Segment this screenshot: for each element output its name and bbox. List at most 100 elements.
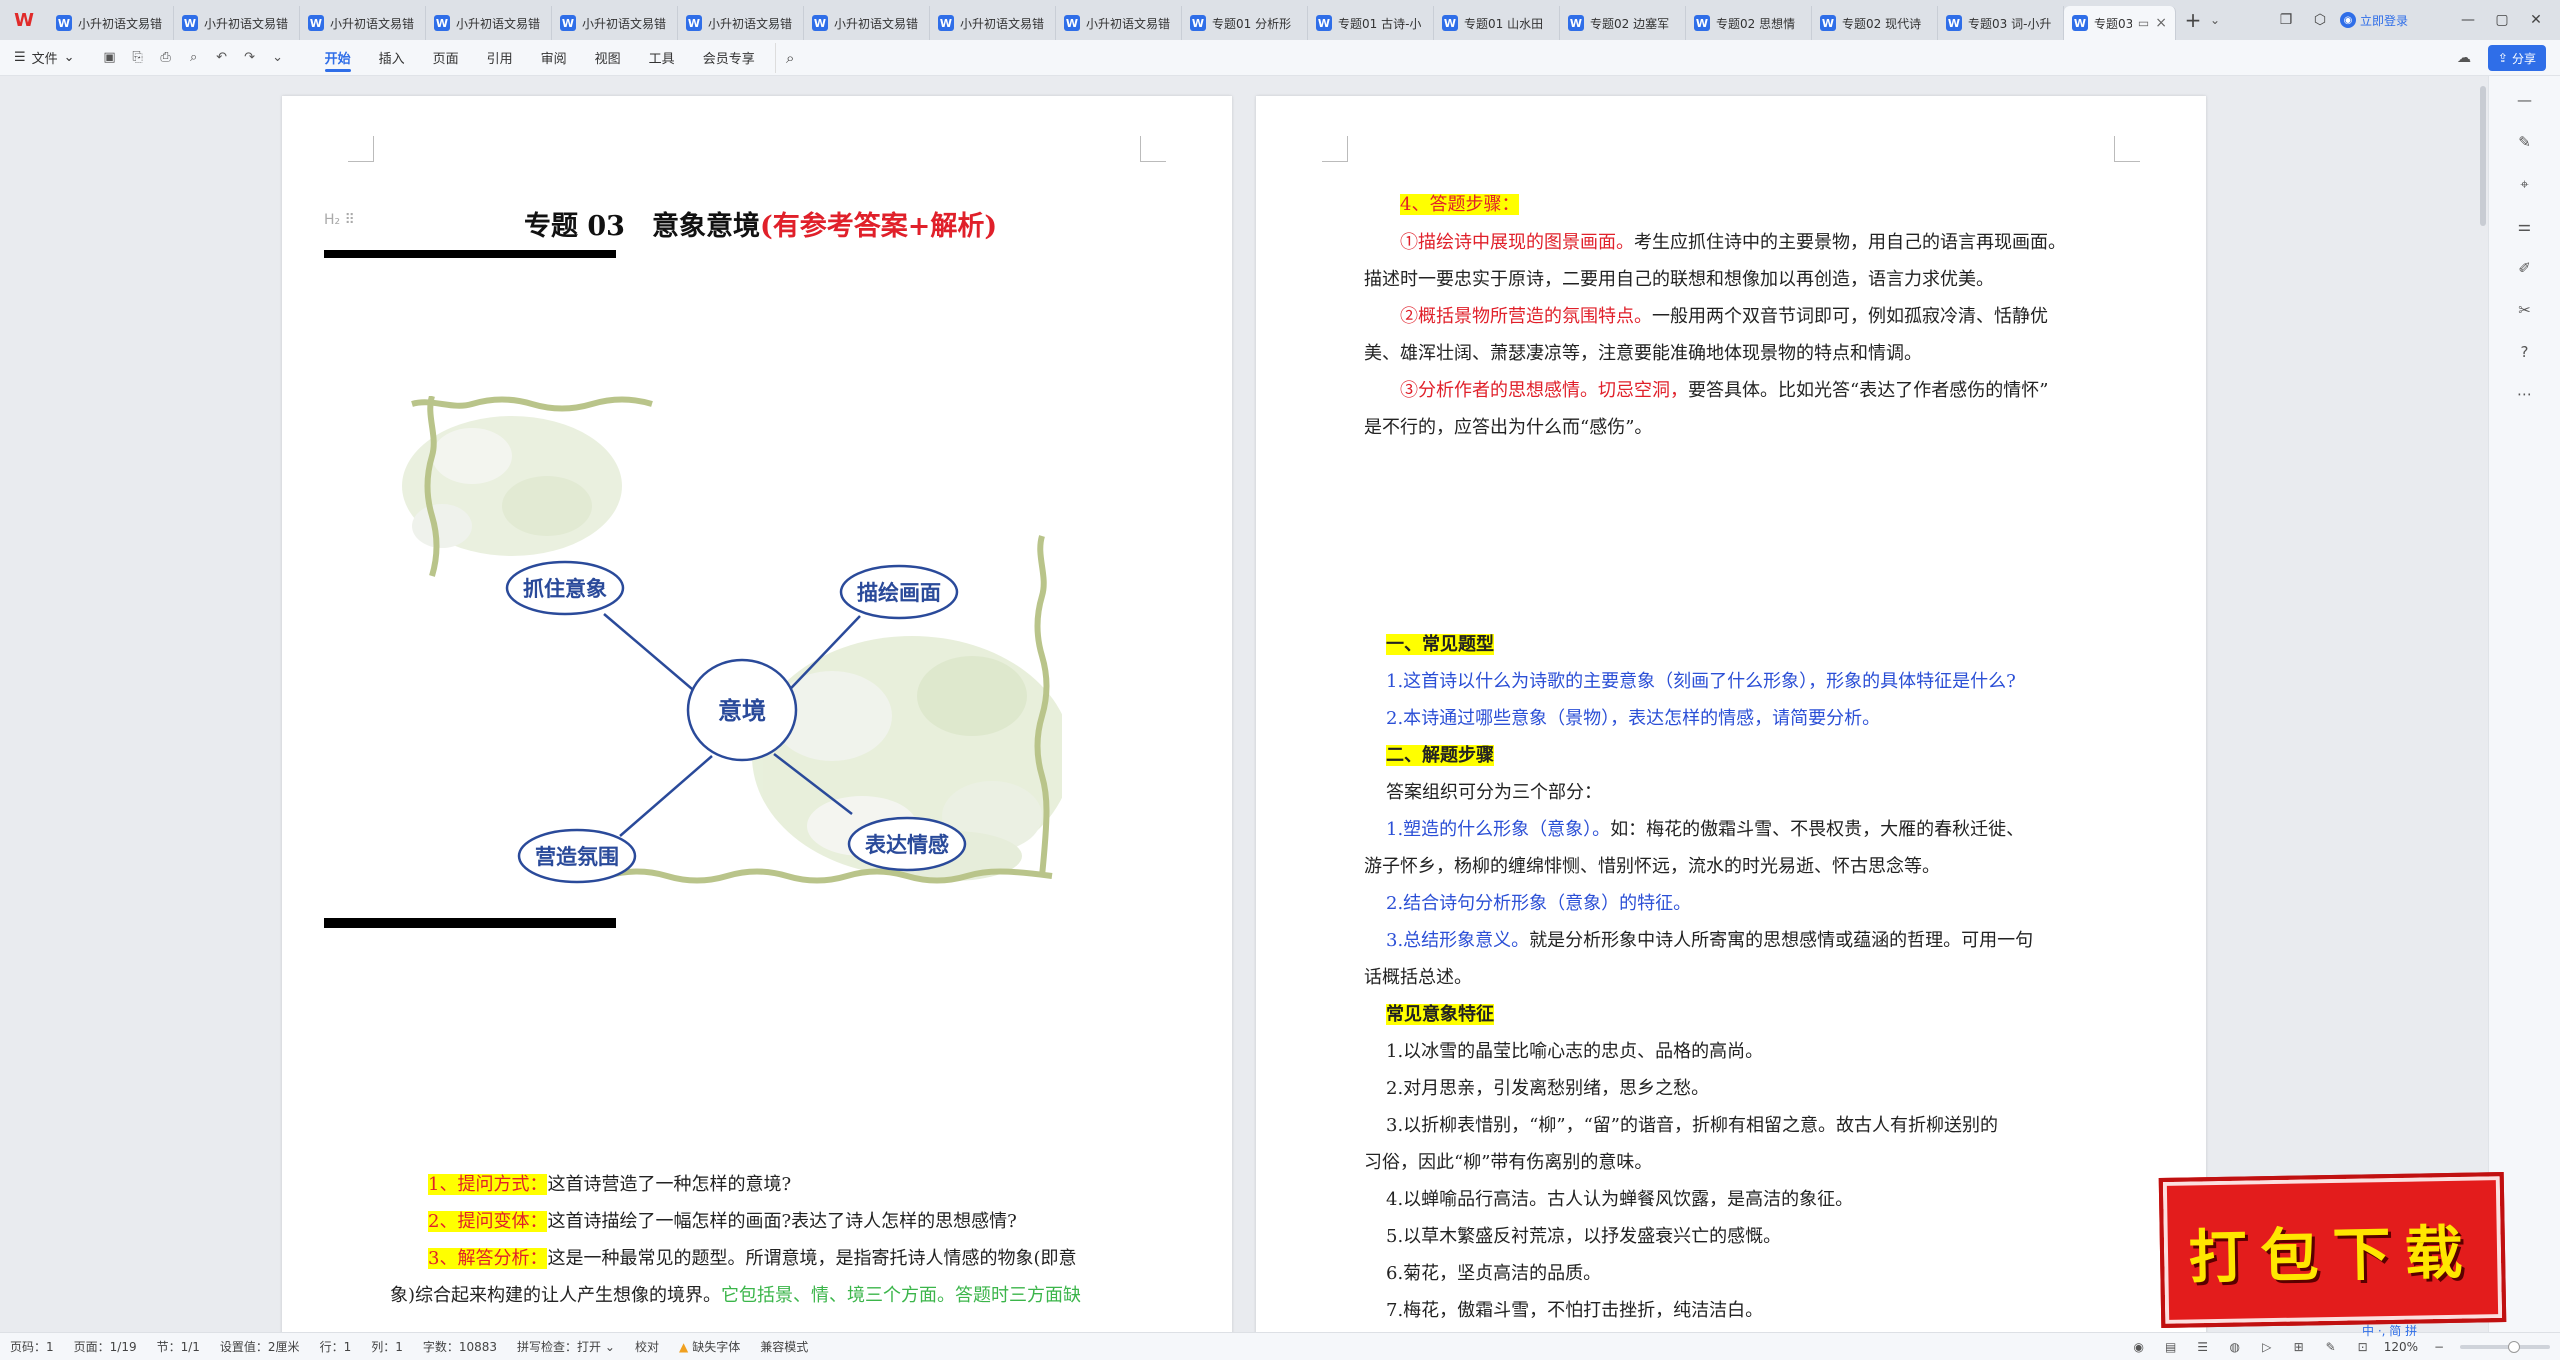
chevron-down-icon[interactable]: ⌄ bbox=[265, 45, 291, 71]
svg-text:抓住意象: 抓住意象 bbox=[523, 576, 607, 601]
word-doc-icon: W bbox=[686, 15, 702, 31]
vertical-scrollbar[interactable] bbox=[2478, 76, 2488, 1332]
window-controls: ❐ ⬡ ◉ 立即登录 — ▢ ✕ bbox=[2272, 0, 2560, 40]
zoom-out-icon[interactable]: − bbox=[2428, 1336, 2450, 1358]
tab-page[interactable]: 页面 bbox=[419, 40, 473, 76]
tab-member[interactable]: 会员专享 bbox=[689, 40, 769, 76]
eye-icon[interactable]: ◉ bbox=[2128, 1336, 2150, 1358]
zoom-slider-knob[interactable] bbox=[2508, 1341, 2520, 1353]
tab-home[interactable]: 开始 bbox=[311, 40, 365, 76]
tools-icon[interactable]: ✂ bbox=[2511, 296, 2539, 324]
select-cursor-icon[interactable]: ⌖ bbox=[2511, 170, 2539, 198]
restore-window-icon[interactable]: ❐ bbox=[2272, 6, 2300, 34]
document-tab[interactable]: W 专题02 边塞军 bbox=[1560, 6, 1686, 40]
ime-indicator[interactable]: 中 ·, 简 拼 bbox=[2362, 1322, 2417, 1339]
document-tab[interactable]: W 专题01 分析形 bbox=[1182, 6, 1308, 40]
status-proofread[interactable]: 校对 bbox=[625, 1338, 669, 1355]
preview-icon[interactable]: ⌕ bbox=[181, 45, 207, 71]
document-canvas[interactable]: H₂ ⠿ 专题 03 意象意境(有参考答案+解析) 抓住意象 描绘画面 意境 营… bbox=[0, 76, 2488, 1332]
crop-mark bbox=[1322, 136, 1348, 162]
tab-tools[interactable]: 工具 bbox=[635, 40, 689, 76]
fit-icon[interactable]: ⊡ bbox=[2352, 1336, 2374, 1358]
document-tab[interactable]: W 小升初语文易错 bbox=[300, 6, 426, 40]
cube-icon[interactable]: ⬡ bbox=[2306, 6, 2334, 34]
share-button[interactable]: ⇪ 分享 bbox=[2487, 45, 2546, 71]
paragraph-question-variant: 2、提问变体：这首诗描绘了一幅怎样的画面?表达了诗人怎样的思想感情? bbox=[428, 1211, 1017, 1232]
close-tab-icon[interactable]: × bbox=[2155, 15, 2167, 31]
step-line: ②概括景物所营造的氛围特点。一般用两个双音节词即可，例如孤寂冷清、恬静优 bbox=[1400, 306, 2048, 327]
cloud-icon[interactable]: ☁ bbox=[2452, 46, 2476, 70]
adjust-icon[interactable]: ⚌ bbox=[2511, 212, 2539, 240]
imagery-item: 7.梅花，傲霜斗雪，不怕打击挫折，纯洁洁白。 bbox=[1386, 1300, 1764, 1321]
play-icon[interactable]: ▷ bbox=[2256, 1336, 2278, 1358]
minimize-icon[interactable]: — bbox=[2454, 6, 2482, 34]
export-icon[interactable]: ⎘ bbox=[125, 45, 151, 71]
tab-review[interactable]: 审阅 bbox=[527, 40, 581, 76]
monitor-icon[interactable]: ▭ bbox=[2138, 16, 2149, 30]
status-setting[interactable]: 设置值：2厘米 bbox=[210, 1338, 310, 1355]
close-window-icon[interactable]: ✕ bbox=[2522, 6, 2550, 34]
edit-icon[interactable]: ✐ bbox=[2511, 254, 2539, 282]
active-document-tab[interactable]: W 专题03 ▭ × bbox=[2064, 6, 2176, 40]
print-icon[interactable]: ⎙ bbox=[153, 45, 179, 71]
collapse-icon[interactable]: — bbox=[2511, 86, 2539, 114]
layout-icon[interactable]: ⊞ bbox=[2288, 1336, 2310, 1358]
document-tab[interactable]: W 专题01 山水田 bbox=[1434, 6, 1560, 40]
pen-icon[interactable]: ✎ bbox=[2320, 1336, 2342, 1358]
status-page-number[interactable]: 页码：1 bbox=[0, 1338, 64, 1355]
document-tab[interactable]: W 专题03 词-小升 bbox=[1938, 6, 2064, 40]
file-menu[interactable]: ☰ 文件 ⌄ bbox=[0, 48, 89, 67]
document-tab[interactable]: W 小升初语文易错 bbox=[804, 6, 930, 40]
document-tab[interactable]: W 小升初语文易错 bbox=[1056, 6, 1182, 40]
paragraph-answer-analysis-cont: 象)综合起来构建的让人产生想像的境界。它包括景、情、境三个方面。答题时三方面缺 bbox=[390, 1285, 1082, 1306]
more-icon[interactable]: ⋯ bbox=[2511, 380, 2539, 408]
document-tab[interactable]: W 小升初语文易错 bbox=[426, 6, 552, 40]
maximize-icon[interactable]: ▢ bbox=[2488, 6, 2516, 34]
tab-references[interactable]: 引用 bbox=[473, 40, 527, 76]
new-tab-button[interactable]: + bbox=[2176, 3, 2210, 37]
page-1[interactable]: H₂ ⠿ 专题 03 意象意境(有参考答案+解析) 抓住意象 描绘画面 意境 营… bbox=[282, 96, 1232, 1332]
document-tab[interactable]: W 小升初语文易错 bbox=[174, 6, 300, 40]
title-underline-bar bbox=[324, 250, 616, 258]
status-spell-check[interactable]: 拼写检查：打开 ⌄ bbox=[507, 1338, 625, 1355]
scrollbar-thumb[interactable] bbox=[2480, 86, 2486, 226]
status-missing-font[interactable]: ▲ 缺失字体 bbox=[669, 1338, 750, 1355]
pen-icon[interactable]: ✎ bbox=[2511, 128, 2539, 156]
chevron-down-icon[interactable]: ⌄ bbox=[2210, 13, 2230, 27]
page-view-icon[interactable]: ▤ bbox=[2160, 1336, 2182, 1358]
document-tab[interactable]: W 小升初语文易错 bbox=[552, 6, 678, 40]
search-icon[interactable]: ⌕ bbox=[774, 42, 805, 73]
document-tab[interactable]: W 专题01 古诗-小 bbox=[1308, 6, 1434, 40]
web-view-icon[interactable]: ◍ bbox=[2224, 1336, 2246, 1358]
download-pack-badge[interactable]: 打包下载 bbox=[2158, 1172, 2507, 1328]
tab-insert[interactable]: 插入 bbox=[365, 40, 419, 76]
tab-view[interactable]: 视图 bbox=[581, 40, 635, 76]
document-tab[interactable]: W 专题02 现代诗 bbox=[1812, 6, 1938, 40]
status-section[interactable]: 节：1/1 bbox=[147, 1338, 210, 1355]
document-tab[interactable]: W 专题02 思想情 bbox=[1686, 6, 1812, 40]
document-tab[interactable]: W 小升初语文易错 bbox=[48, 6, 174, 40]
status-word-count[interactable]: 字数：10883 bbox=[413, 1338, 507, 1355]
save-icon[interactable]: ▣ bbox=[97, 45, 123, 71]
word-doc-icon: W bbox=[1820, 15, 1836, 31]
login-button[interactable]: ◉ 立即登录 bbox=[2339, 12, 2408, 29]
status-page-count[interactable]: 页面：1/19 bbox=[64, 1338, 147, 1355]
redo-icon[interactable]: ↷ bbox=[237, 45, 263, 71]
word-doc-icon: W bbox=[938, 15, 954, 31]
outline-icon[interactable]: ☰ bbox=[2192, 1336, 2214, 1358]
imagery-item: 2.对月思亲，引发离愁别绪，思乡之愁。 bbox=[1386, 1078, 1710, 1099]
step-line: 描述时一要忠实于原诗，二要用自己的联想和想像加以再创造，语言力求优美。 bbox=[1364, 269, 1994, 290]
word-doc-icon: W bbox=[2072, 15, 2088, 31]
undo-icon[interactable]: ↶ bbox=[209, 45, 235, 71]
quick-access-toolbar: ▣ ⎘ ⎙ ⌕ ↶ ↷ ⌄ bbox=[89, 45, 299, 71]
help-icon[interactable]: ? bbox=[2511, 338, 2539, 366]
word-doc-icon: W bbox=[1064, 15, 1080, 31]
zoom-level[interactable]: 120% bbox=[2384, 1340, 2418, 1354]
zoom-slider[interactable] bbox=[2460, 1341, 2550, 1353]
right-toolbar: — ✎ ⌖ ⚌ ✐ ✂ ? ⋯ bbox=[2488, 76, 2560, 1332]
wps-logo-icon[interactable]: W bbox=[0, 0, 48, 40]
document-tab[interactable]: W 小升初语文易错 bbox=[930, 6, 1056, 40]
document-tab[interactable]: W 小升初语文易错 bbox=[678, 6, 804, 40]
section-intro: 答案组织可分为三个部分： bbox=[1386, 782, 1602, 803]
page-2[interactable]: 4、答题步骤： ①描绘诗中展现的图景画面。考生应抓住诗中的主要景物，用自己的语言… bbox=[1256, 96, 2206, 1332]
